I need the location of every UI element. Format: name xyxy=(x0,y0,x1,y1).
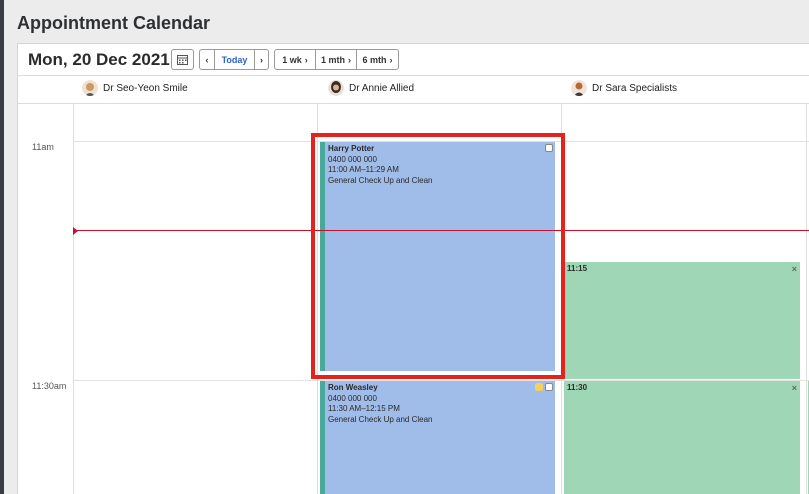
avatar xyxy=(82,80,98,96)
time-label: 11am xyxy=(32,142,54,152)
appointment-type: General Check Up and Clean xyxy=(328,414,433,424)
provider-header: Dr Seo-Yeon Smile Dr Annie Allied Dr Sar… xyxy=(18,76,809,104)
week-jump-group: 1 wk › 1 mth › 6 mth › xyxy=(274,49,399,70)
appointment-time: 11:30 AM–12:15 PM xyxy=(328,404,400,413)
jump-1mth-label: 1 mth xyxy=(320,54,345,65)
available-slot[interactable]: 11:30 × xyxy=(564,381,800,494)
today-button[interactable]: Today xyxy=(214,50,254,69)
prev-day-button[interactable]: ‹ xyxy=(200,50,214,69)
close-icon[interactable]: × xyxy=(792,383,797,393)
provider-column-header[interactable]: Dr Sara Specialists xyxy=(571,80,677,96)
selection-highlight xyxy=(311,133,565,379)
time-label: 11:30am xyxy=(32,381,67,391)
close-icon[interactable]: × xyxy=(792,264,797,274)
column-divider xyxy=(806,104,807,494)
jump-6mth-label: 6 mth xyxy=(362,54,387,65)
provider-name: Dr Seo-Yeon Smile xyxy=(103,82,188,94)
slot-time: 11:15 xyxy=(567,264,588,273)
window-edge xyxy=(0,0,4,494)
page-title: Appointment Calendar xyxy=(17,13,211,33)
date-picker-button[interactable] xyxy=(171,49,194,70)
appointment-card[interactable]: Ron Weasley 0400 000 000 11:30 AM–12:15 … xyxy=(320,381,555,494)
calendar-icon xyxy=(177,55,188,65)
patient-name: Ron Weasley xyxy=(328,383,378,392)
next-day-button[interactable]: › xyxy=(254,50,268,69)
jump-6mth-button[interactable]: 6 mth › xyxy=(356,50,398,69)
provider-name: Dr Sara Specialists xyxy=(592,82,678,94)
calendar-panel: Mon, 20 Dec 2021 ‹ Today › 1 wk › 1 mth … xyxy=(17,43,809,494)
slot-time: 11:30 xyxy=(567,383,588,392)
column-divider xyxy=(73,104,74,494)
calendar-toolbar: Mon, 20 Dec 2021 ‹ Today › 1 wk › 1 mth … xyxy=(18,44,809,76)
card-icon[interactable] xyxy=(545,383,553,391)
day-navigation: ‹ Today › xyxy=(199,49,269,70)
provider-column-header[interactable]: Dr Annie Allied xyxy=(328,80,414,96)
avatar xyxy=(571,80,587,96)
provider-column-header[interactable]: Dr Seo-Yeon Smile xyxy=(82,80,188,96)
chevron-right-icon: › xyxy=(348,54,351,65)
jump-1wk-label: 1 wk xyxy=(282,54,302,65)
patient-phone: 0400 000 000 xyxy=(328,393,377,403)
avatar xyxy=(328,80,344,96)
current-date: Mon, 20 Dec 2021 xyxy=(28,50,170,69)
jump-1mth-button[interactable]: 1 mth › xyxy=(315,50,356,69)
available-slot[interactable]: 11:15 × xyxy=(564,262,800,379)
chevron-right-icon: › xyxy=(304,54,308,65)
provider-name: Dr Annie Allied xyxy=(349,82,415,94)
schedule-grid: 11am 11:30am Harry Potter 0400 000 000 1… xyxy=(18,104,809,494)
current-time-marker xyxy=(73,227,78,235)
note-icon[interactable] xyxy=(535,383,543,391)
jump-1wk-button[interactable]: 1 wk › xyxy=(275,50,315,69)
chevron-right-icon: › xyxy=(389,54,393,65)
